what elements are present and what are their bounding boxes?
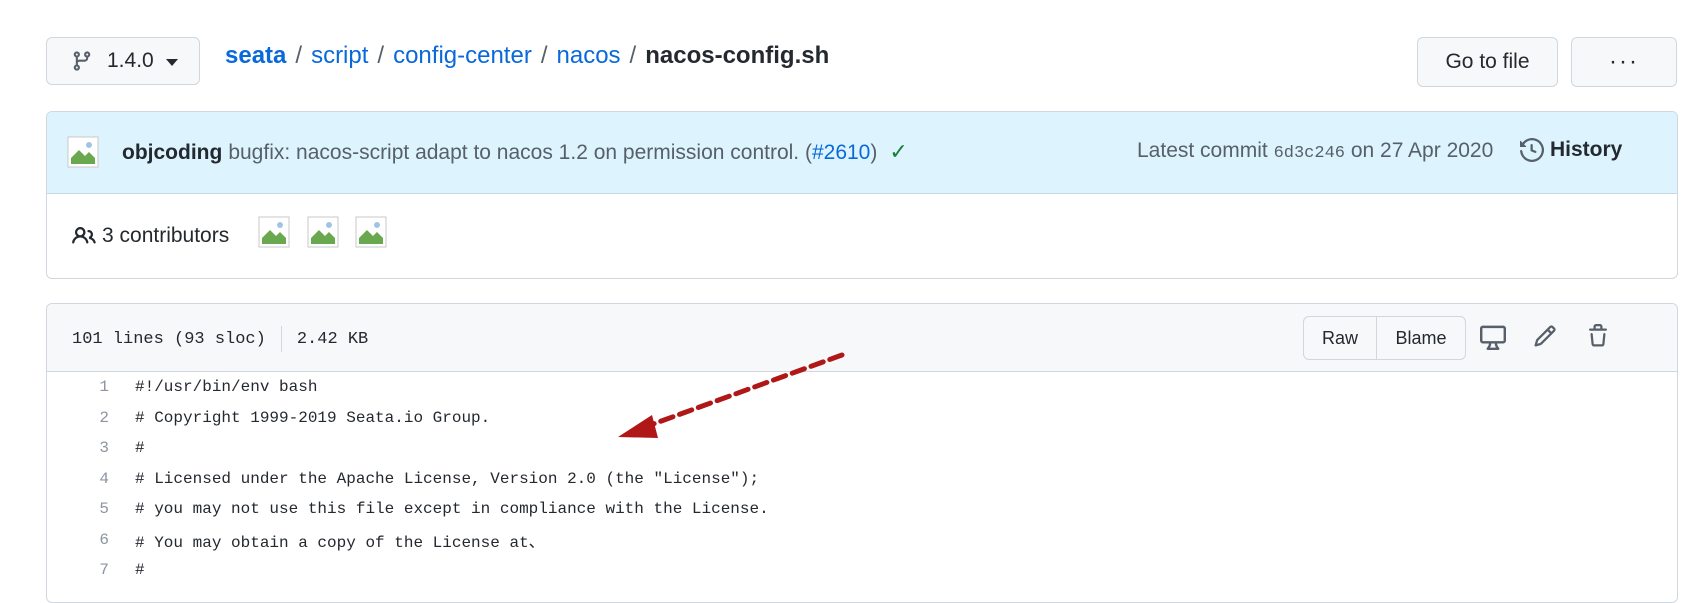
contributors-count: 3 contributors (102, 224, 230, 247)
contributors-link[interactable]: 3 contributors (72, 224, 229, 248)
line-number[interactable]: 7 (47, 561, 135, 579)
breadcrumb-separator: / (629, 42, 637, 69)
commit-message: objcoding bugfix: nacos-script adapt to n… (122, 139, 908, 165)
code-text: # Licensed under the Apache License, Ver… (135, 469, 760, 488)
branch-name: 1.4.0 (107, 49, 154, 72)
code-text: # you may not use this file except in co… (135, 500, 769, 519)
check-icon[interactable]: ✓ (889, 139, 907, 164)
breadcrumb-separator: / (295, 42, 303, 69)
breadcrumb-separator: / (540, 42, 548, 69)
pencil-icon[interactable] (1533, 324, 1557, 348)
line-number[interactable]: 3 (47, 439, 135, 457)
raw-blame-button-group: Raw Blame (1303, 316, 1466, 360)
line-number[interactable]: 4 (47, 470, 135, 488)
people-icon (72, 226, 96, 244)
breadcrumb-link-script[interactable]: script (311, 42, 368, 70)
file-line-count: 101 lines (93 sloc) (72, 329, 266, 349)
file-header: 101 lines (93 sloc) 2.42 KB Raw Blame (47, 304, 1677, 372)
breadcrumb-separator: / (377, 42, 385, 69)
breadcrumb-repo-link[interactable]: seata (225, 42, 286, 70)
commit-author-link[interactable]: objcoding (122, 141, 222, 164)
file-info: 101 lines (93 sloc) 2.42 KB (72, 326, 368, 352)
pull-request-link[interactable]: #2610 (812, 141, 870, 164)
code-line: 7 # (47, 555, 1677, 586)
commit-box: objcoding bugfix: nacos-script adapt to n… (46, 111, 1678, 279)
code-line: 5 # you may not use this file except in c… (47, 494, 1677, 525)
code-text: # Copyright 1999-2019 Seata.io Group. (135, 408, 491, 427)
commit-message-end: ) (870, 141, 878, 164)
file-size: 2.42 KB (296, 329, 369, 349)
history-label: History (1550, 138, 1623, 161)
code-listing: 1 #!/usr/bin/env bash 2 # Copyright 1999-2… (47, 372, 1677, 586)
author-avatar[interactable] (67, 136, 99, 168)
line-number[interactable]: 5 (47, 500, 135, 518)
breadcrumb: seata / script / config-center / nacos /… (225, 42, 829, 70)
latest-commit-label: Latest commit (1137, 139, 1268, 162)
branch-select-button[interactable]: 1.4.0 (46, 37, 200, 85)
breadcrumb-link-nacos[interactable]: nacos (557, 42, 621, 70)
commit-date: on 27 Apr 2020 (1350, 139, 1494, 162)
go-to-file-button[interactable]: Go to file (1417, 37, 1558, 87)
history-link[interactable]: History (1520, 138, 1622, 162)
blame-button[interactable]: Blame (1377, 317, 1465, 359)
commit-message-text[interactable]: bugfix: nacos-script adapt to nacos 1.2 … (228, 141, 812, 164)
code-line: 4 # Licensed under the Apache License, Ve… (47, 464, 1677, 495)
code-line: 1 #!/usr/bin/env bash (47, 372, 1677, 403)
git-branch-icon (73, 51, 91, 71)
more-options-button[interactable]: ··· (1571, 37, 1677, 87)
history-icon (1520, 138, 1544, 162)
code-line: 3 # (47, 433, 1677, 464)
annotation-arrow-icon (618, 352, 845, 438)
contributor-avatar[interactable] (307, 216, 339, 248)
latest-commit-row: objcoding bugfix: nacos-script adapt to n… (47, 112, 1677, 194)
contributor-avatar[interactable] (355, 216, 387, 248)
breadcrumb-link-config-center[interactable]: config-center (393, 42, 532, 70)
contributors-row: 3 contributors (47, 194, 1677, 278)
contributor-avatar[interactable] (258, 216, 290, 248)
code-text: # You may obtain a copy of the License a… (135, 533, 545, 552)
code-line: 6 # You may obtain a copy of the License … (47, 525, 1677, 556)
file-info-divider (280, 326, 282, 352)
code-text: #!/usr/bin/env bash (135, 378, 318, 397)
line-number[interactable]: 1 (47, 378, 135, 396)
raw-button[interactable]: Raw (1304, 317, 1377, 359)
caret-down-icon (165, 59, 178, 66)
latest-commit-info: Latest commit 6d3c246 on 27 Apr 2020 (1137, 139, 1493, 163)
line-number[interactable]: 6 (47, 531, 135, 549)
desktop-icon[interactable] (1480, 324, 1506, 350)
breadcrumb-current-file: nacos-config.sh (645, 42, 830, 69)
file-viewer: 101 lines (93 sloc) 2.42 KB Raw Blame 1 #… (46, 303, 1678, 603)
code-text: # (135, 439, 145, 458)
commit-sha-link[interactable]: 6d3c246 (1274, 144, 1345, 163)
code-text: # (135, 561, 145, 580)
line-number[interactable]: 2 (47, 409, 135, 427)
code-line: 2 # Copyright 1999-2019 Seata.io Group. (47, 403, 1677, 434)
trash-icon[interactable] (1586, 324, 1610, 348)
